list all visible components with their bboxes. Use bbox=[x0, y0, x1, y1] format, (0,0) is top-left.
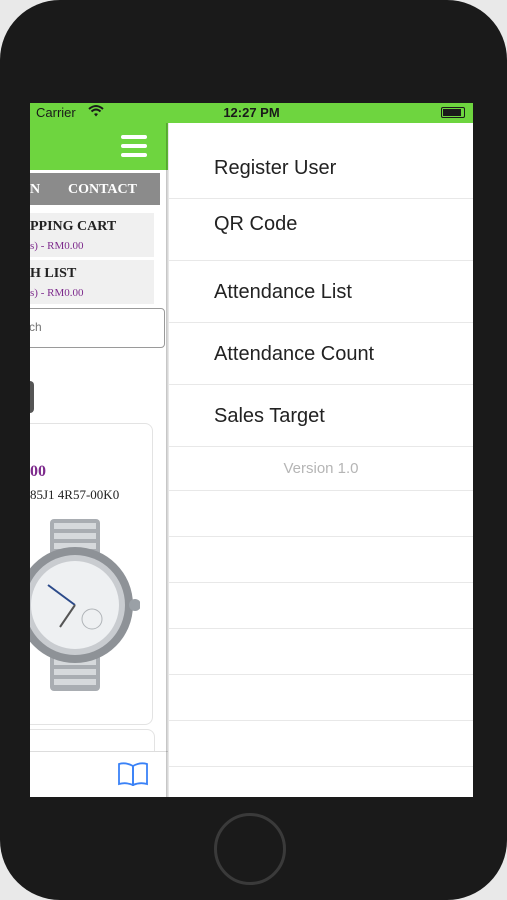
menu-item-attendance-list[interactable]: Attendance List bbox=[169, 261, 473, 323]
empty-row bbox=[169, 491, 473, 537]
product-price: 00 bbox=[30, 463, 46, 480]
empty-row bbox=[169, 537, 473, 583]
side-drawer-menu: Register User QR Code Attendance List At… bbox=[169, 123, 473, 797]
version-row: Version 1.0 bbox=[169, 445, 473, 491]
bottom-toolbar bbox=[30, 751, 168, 797]
shopping-cart-box[interactable]: PPING CART s) - RM0.00 bbox=[30, 213, 154, 257]
hamburger-menu-icon[interactable] bbox=[121, 135, 147, 157]
wishlist-subtitle: s) - RM0.00 bbox=[30, 287, 84, 299]
cart-title: PPING CART bbox=[30, 219, 117, 234]
version-label: Version 1.0 bbox=[283, 460, 359, 477]
menu-item-label: Attendance List bbox=[214, 281, 352, 303]
device-screen: Carrier 12:27 PM N CONTACT PPING CART s)… bbox=[30, 103, 473, 797]
app-header bbox=[30, 123, 168, 170]
empty-row bbox=[169, 721, 473, 767]
search-field[interactable] bbox=[30, 308, 165, 348]
search-input[interactable] bbox=[30, 319, 131, 335]
empty-row bbox=[169, 583, 473, 629]
background-app: N CONTACT PPING CART s) - RM0.00 H LIST … bbox=[30, 123, 168, 797]
status-bar: Carrier 12:27 PM bbox=[30, 103, 473, 123]
cart-subtitle: s) - RM0.00 bbox=[30, 240, 84, 252]
empty-row bbox=[169, 675, 473, 721]
nav-item-login[interactable]: N bbox=[30, 182, 40, 198]
menu-item-label: Register User bbox=[214, 157, 337, 179]
menu-item-register-user[interactable]: Register User bbox=[169, 137, 473, 199]
menu-item-label: Sales Target bbox=[214, 405, 325, 427]
nav-item-contact[interactable]: CONTACT bbox=[68, 182, 137, 198]
book-icon[interactable] bbox=[117, 762, 149, 786]
menu-item-qr-code[interactable]: QR Code bbox=[169, 199, 473, 261]
empty-row bbox=[169, 629, 473, 675]
menu-item-label: Attendance Count bbox=[214, 343, 375, 365]
menu-item-sales-target[interactable]: Sales Target bbox=[169, 385, 473, 447]
phone-frame: Carrier 12:27 PM N CONTACT PPING CART s)… bbox=[0, 0, 507, 900]
wishlist-box[interactable]: H LIST s) - RM0.00 bbox=[30, 260, 154, 304]
menu-item-label: QR Code bbox=[214, 213, 298, 235]
wishlist-title: H LIST bbox=[30, 266, 77, 281]
battery-icon bbox=[441, 107, 465, 118]
app-nav-bar: N CONTACT bbox=[30, 173, 160, 205]
status-time: 12:27 PM bbox=[223, 105, 280, 120]
menu-item-attendance-count[interactable]: Attendance Count bbox=[169, 323, 473, 385]
search-button[interactable] bbox=[30, 381, 34, 413]
home-button[interactable] bbox=[214, 813, 286, 885]
watch-image bbox=[30, 519, 140, 691]
product-code: 85J1 4R57-00K0 bbox=[30, 487, 120, 502]
